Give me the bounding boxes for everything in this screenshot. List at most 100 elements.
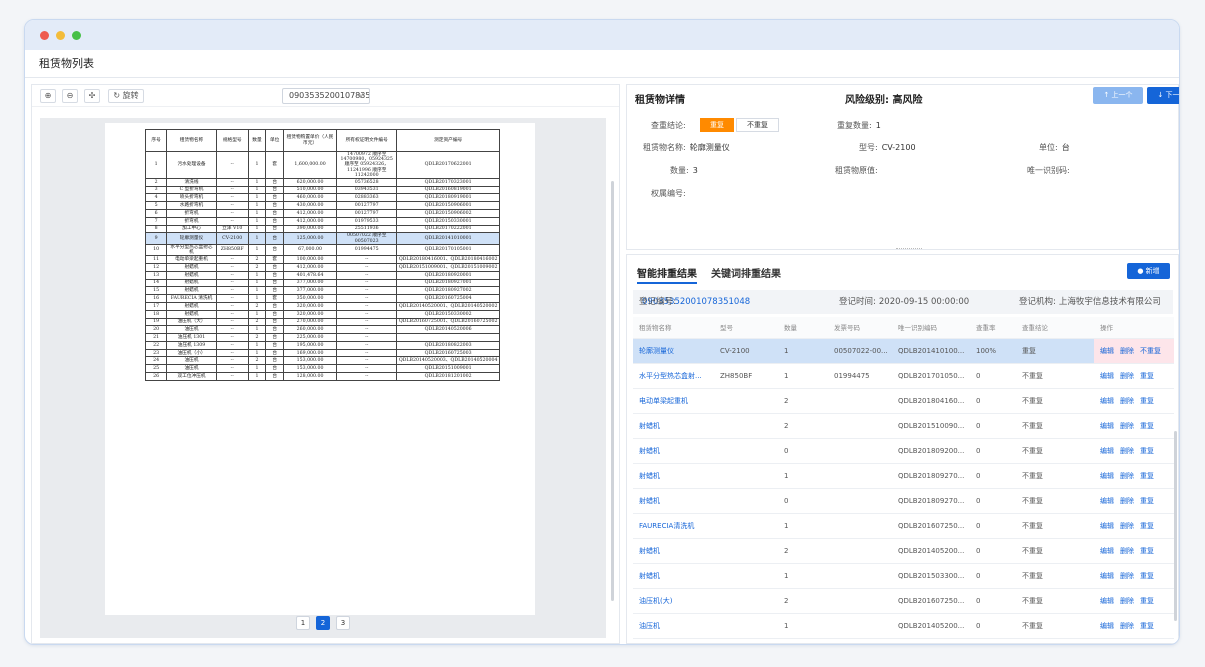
results-row[interactable]: 水平分型热芯盒射... ZH850BF 1 01994475 QDLB201701050… <box>633 363 1174 389</box>
results-scrollbar[interactable] <box>1174 431 1177 621</box>
doc-table-cell: -- <box>215 201 249 211</box>
toggle-dup-link[interactable]: 重复 <box>1140 547 1154 555</box>
delete-link[interactable]: 删除 <box>1120 622 1134 630</box>
results-cell-name[interactable]: 油压机 <box>633 613 714 639</box>
results-cell-model: ZH850BF <box>714 363 778 389</box>
results-row[interactable]: 射蜡机 1 QDLB201809270... 0 不重复 编辑 删除 重复 <box>633 463 1174 489</box>
edit-link[interactable]: 编辑 <box>1100 572 1114 580</box>
dup-yes-button[interactable]: 重复 <box>700 118 734 132</box>
delete-link[interactable]: 删除 <box>1120 397 1134 405</box>
page-button-2[interactable]: 2 <box>316 616 330 630</box>
results-cell-result: 不重复 <box>1016 588 1094 614</box>
toggle-dup-link[interactable]: 重复 <box>1140 572 1154 580</box>
delete-link[interactable]: 删除 <box>1120 472 1134 480</box>
edit-link[interactable]: 编辑 <box>1100 472 1114 480</box>
edit-link[interactable]: 编辑 <box>1100 397 1114 405</box>
app-window: 租赁物列表 ⊕ ⊖ ✣ ↻ 旋转 0903535200107835 ∨ 序号 租赁… <box>24 19 1180 645</box>
toggle-dup-link[interactable]: 不重复 <box>1140 347 1161 355</box>
toggle-dup-link[interactable]: 重复 <box>1140 622 1154 630</box>
results-row[interactable]: 轮廓测量仪 CV-2100 1 00507022-00... QDLB201410100… <box>633 338 1174 364</box>
doc-table-cell: -- <box>215 193 249 203</box>
results-cell-name[interactable]: 轮廓测量仪 <box>633 338 714 364</box>
toggle-dup-link[interactable]: 重复 <box>1140 497 1154 505</box>
delete-link[interactable]: 删除 <box>1120 522 1134 530</box>
edit-link[interactable]: 编辑 <box>1100 447 1114 455</box>
move-button[interactable]: ✣ <box>84 89 100 103</box>
toggle-dup-link[interactable]: 重复 <box>1140 597 1154 605</box>
doc-table-cell: CV-2100 <box>215 232 249 245</box>
tab-keyword-dedupe[interactable]: 关键词排重结果 <box>711 265 781 280</box>
delete-link[interactable]: 删除 <box>1120 347 1134 355</box>
document-select[interactable]: 0903535200107835 ∨ <box>282 88 370 104</box>
results-cell-name[interactable]: 射蜡机 <box>633 413 714 439</box>
toggle-dup-link[interactable]: 重复 <box>1140 397 1154 405</box>
edit-link[interactable]: 编辑 <box>1100 422 1114 430</box>
doc-table-row: 1 污水处理设备 -- 1 套 1,600,000.00 14700972 顺序至 1470… <box>144 151 500 179</box>
results-cell-name[interactable]: 射蜡机 <box>633 438 714 464</box>
results-row[interactable]: FAURECIA清洗机 1 QDLB201607250... 0 不重复 编辑 删除 重复 <box>633 513 1174 539</box>
page-button-3[interactable]: 3 <box>336 616 350 630</box>
doc-table-cell: 台 <box>265 209 285 218</box>
zoom-out-button[interactable]: ⊖ <box>62 89 78 103</box>
results-row[interactable]: 射蜡机 2 QDLB201405200... 0 不重复 编辑 删除 重复 <box>633 538 1174 564</box>
delete-link[interactable]: 删除 <box>1120 547 1134 555</box>
zoom-in-button[interactable]: ⊕ <box>40 89 56 103</box>
delete-link[interactable]: 删除 <box>1120 447 1134 455</box>
dup-no-button[interactable]: 不重复 <box>736 118 779 132</box>
results-row[interactable]: 射蜡机 0 QDLB201809270... 0 不重复 编辑 删除 重复 <box>633 488 1174 514</box>
doc-table-cell: 22 <box>144 340 168 350</box>
edit-link[interactable]: 编辑 <box>1100 597 1114 605</box>
close-window-dot[interactable] <box>40 31 49 40</box>
edit-link[interactable]: 编辑 <box>1100 372 1114 380</box>
toggle-dup-link[interactable]: 重复 <box>1140 472 1154 480</box>
results-row[interactable]: 电动单梁起重机 2 QDLB201804160... 0 不重复 编辑 删除 重复 <box>633 388 1174 414</box>
results-row[interactable]: 射蜡机 2 QDLB201510090... 0 不重复 编辑 删除 重复 <box>633 413 1174 439</box>
doc-table-cell: 00507022 顺序至 00507023 <box>336 232 398 245</box>
edit-link[interactable]: 编辑 <box>1100 622 1114 630</box>
results-cell-name[interactable]: 电动单梁起重机 <box>633 388 714 414</box>
results-row[interactable]: 油压机(大) 2 QDLB201607250... 0 不重复 编辑 删除 重复 <box>633 588 1174 614</box>
edit-link[interactable]: 编辑 <box>1100 547 1114 555</box>
maximize-window-dot[interactable] <box>72 31 81 40</box>
toggle-dup-link[interactable]: 重复 <box>1140 422 1154 430</box>
results-row[interactable]: 射蜡机 1 QDLB201503300... 0 不重复 编辑 删除 重复 <box>633 563 1174 589</box>
rotate-button[interactable]: ↻ 旋转 <box>108 89 144 103</box>
tab-smart-dedupe[interactable]: 智能排重结果 <box>637 265 697 284</box>
doc-table-cell: QDLB20180822003 <box>396 340 500 350</box>
toggle-dup-link[interactable]: 重复 <box>1140 522 1154 530</box>
delete-link[interactable]: 删除 <box>1120 372 1134 380</box>
edit-link[interactable]: 编辑 <box>1100 347 1114 355</box>
panel-resize-handle[interactable] <box>896 248 922 251</box>
delete-link[interactable]: 删除 <box>1120 572 1134 580</box>
results-cell-rate: 0 <box>970 388 1016 414</box>
results-cell-name[interactable]: 射蜡机 <box>633 563 714 589</box>
reg-time-value: 2020-09-15 00:00:00 <box>878 297 970 307</box>
results-cell-name[interactable]: 水平分型热芯盒射... <box>633 363 714 389</box>
delete-link[interactable]: 删除 <box>1120 422 1134 430</box>
doc-table-cell: 加工中心 <box>166 224 217 234</box>
chevron-down-icon: ∨ <box>358 91 364 100</box>
document-canvas[interactable]: 序号 租赁物名称 规格型号 数量 单位 租赁物购置单价（人民币元） 所有权证明文件编号 测定资… <box>40 118 606 638</box>
results-cell-name[interactable]: 射蜡机 <box>633 538 714 564</box>
prev-button[interactable]: ↑ 上一个 <box>1093 87 1143 104</box>
page-button-1[interactable]: 1 <box>296 616 310 630</box>
results-cell-name[interactable]: 油压机(大) <box>633 588 714 614</box>
results-cell-name[interactable]: FAURECIA清洗机 <box>633 513 714 539</box>
quantity-label: 数量: <box>670 166 689 175</box>
toggle-dup-link[interactable]: 重复 <box>1140 447 1154 455</box>
results-row[interactable]: 油压机 1 QDLB201405200... 0 不重复 编辑 删除 重复 <box>633 613 1174 639</box>
results-cell-name[interactable]: 射蜡机 <box>633 463 714 489</box>
edit-link[interactable]: 编辑 <box>1100 522 1114 530</box>
next-button[interactable]: ↓ 下一个 <box>1147 87 1179 104</box>
results-cell-name[interactable]: 射蜡机 <box>633 488 714 514</box>
viewer-scrollbar[interactable] <box>611 181 614 601</box>
add-button[interactable]: ● 新增 <box>1127 263 1170 279</box>
delete-link[interactable]: 删除 <box>1120 497 1134 505</box>
delete-link[interactable]: 删除 <box>1120 597 1134 605</box>
doc-table-cell: -- <box>215 372 249 381</box>
doc-table-cell: 2 <box>247 317 267 327</box>
results-row[interactable]: 射蜡机 0 QDLB201809200... 0 不重复 编辑 删除 重复 <box>633 438 1174 464</box>
minimize-window-dot[interactable] <box>56 31 65 40</box>
toggle-dup-link[interactable]: 重复 <box>1140 372 1154 380</box>
edit-link[interactable]: 编辑 <box>1100 497 1114 505</box>
